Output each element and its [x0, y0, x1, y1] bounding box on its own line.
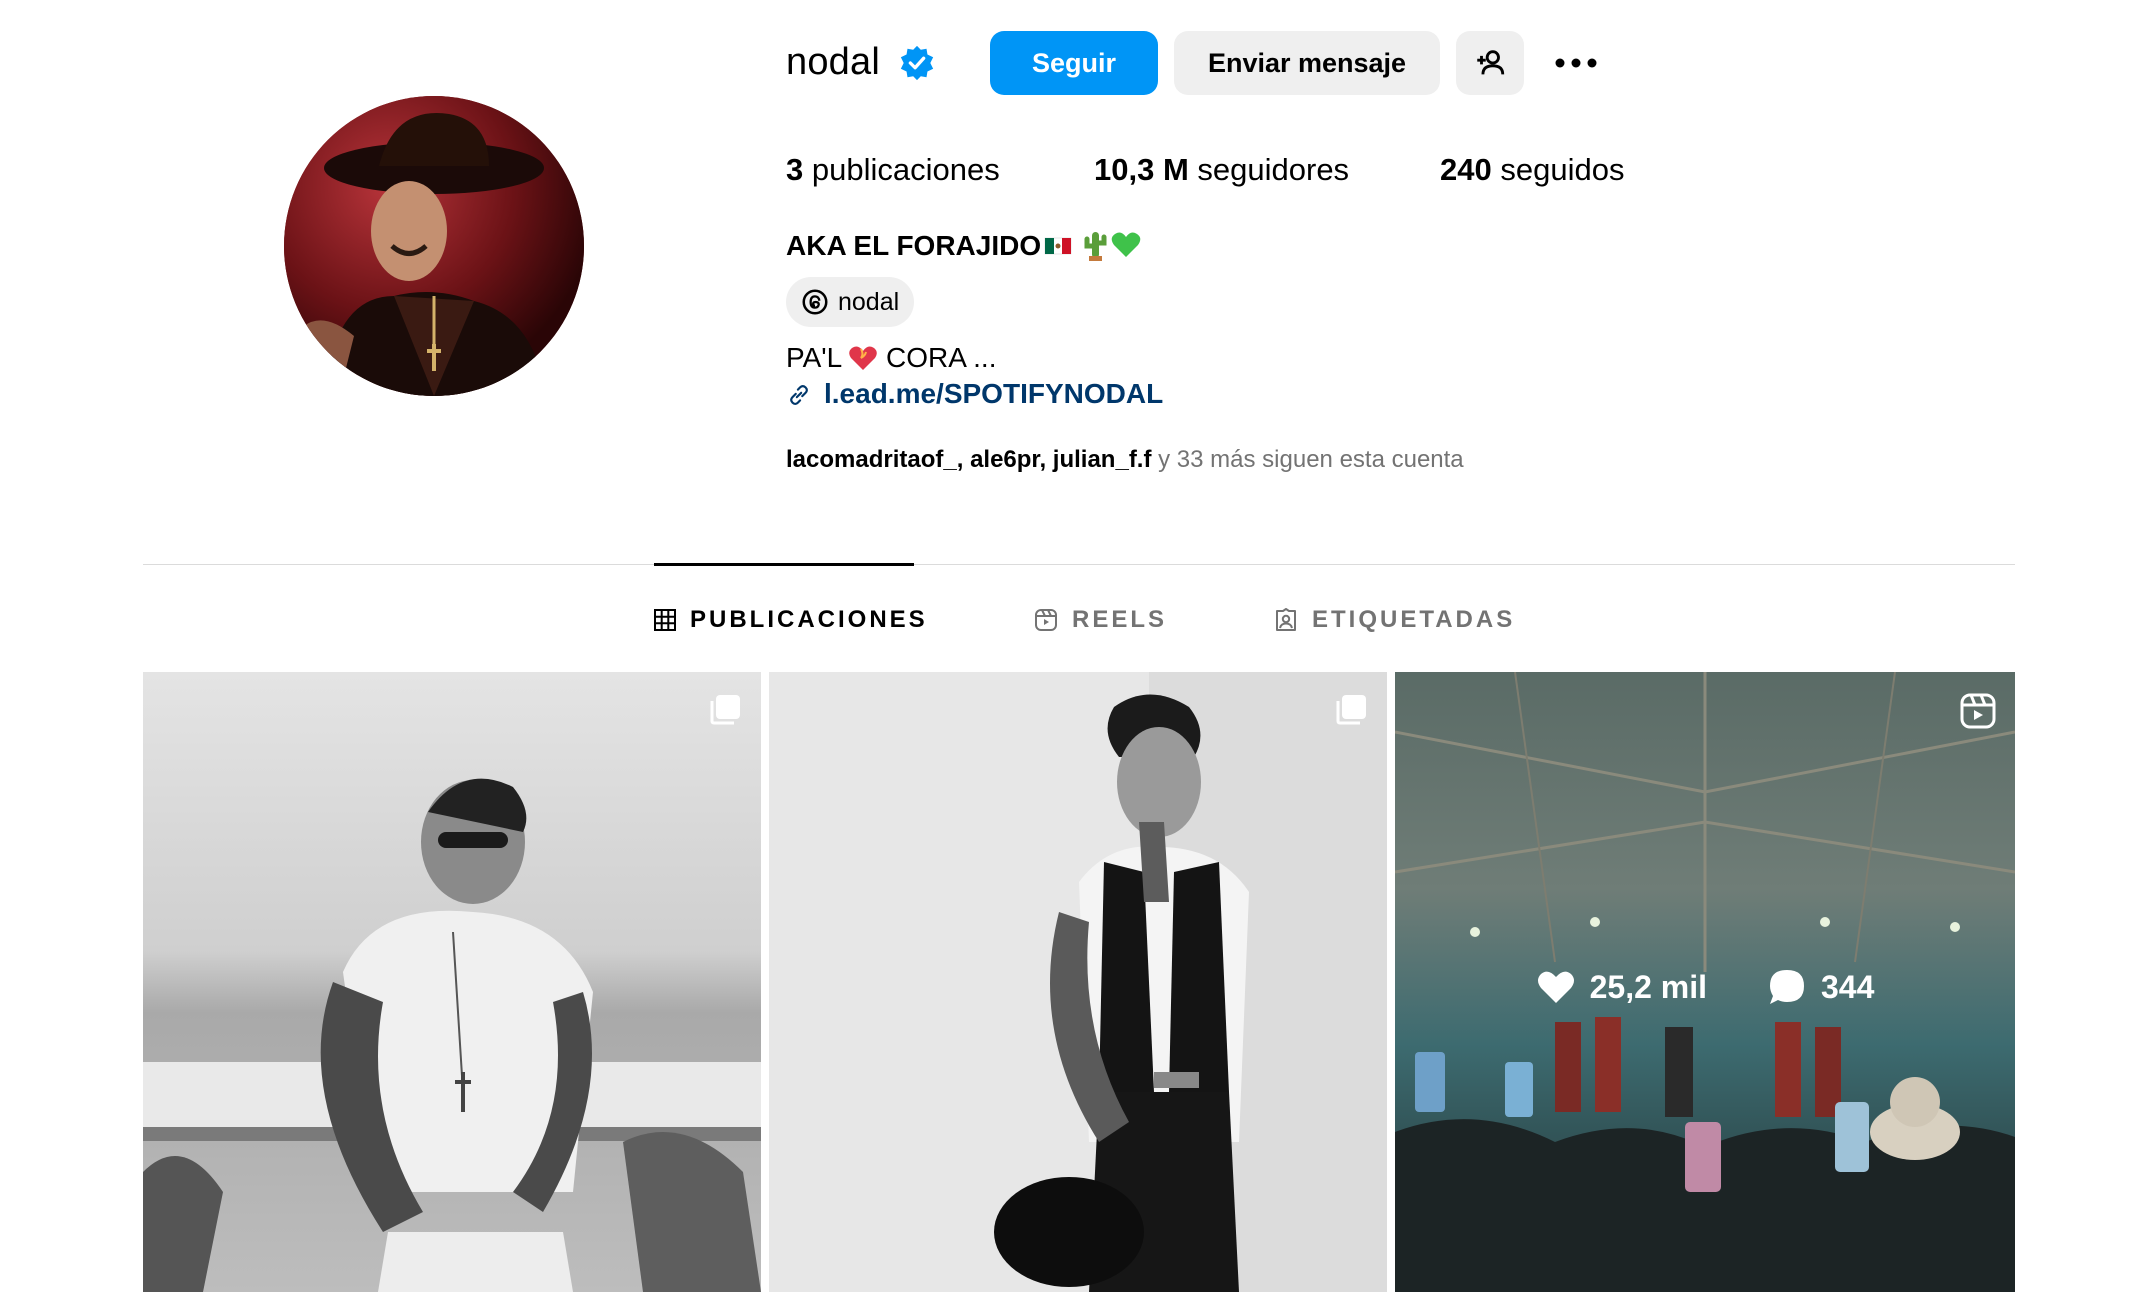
- threads-icon: [802, 289, 828, 315]
- post-image: [143, 672, 761, 1292]
- posts-count-value: 3: [786, 152, 804, 187]
- followers-link[interactable]: 10,3 M seguidores: [1094, 150, 1349, 190]
- followed-by-user: julian_f.f: [1052, 446, 1152, 473]
- followed-by-user: ale6pr: [970, 446, 1040, 473]
- options-button[interactable]: [1546, 31, 1606, 95]
- tab-tagged[interactable]: ETIQUETADAS: [1274, 604, 1515, 636]
- add-user-icon: [1477, 50, 1505, 75]
- likes-stat: 25,2 mil: [1536, 969, 1707, 1006]
- green-heart-icon: [1111, 232, 1141, 257]
- more-options-icon: [1555, 58, 1597, 68]
- verified-badge-icon: [900, 45, 934, 81]
- post-tile[interactable]: [769, 672, 1387, 1292]
- followed-by-user: lacomadritaof_: [786, 446, 957, 473]
- comments-count: 344: [1821, 968, 1875, 1005]
- post-tile[interactable]: 25,2 mil 344: [1395, 672, 2015, 1292]
- likes-count: 25,2 mil: [1589, 968, 1707, 1005]
- comments-stat: 344: [1767, 968, 1874, 1006]
- reels-icon: [1035, 609, 1057, 631]
- bio-text-start: PA'L: [786, 342, 843, 373]
- tab-reels[interactable]: REELS: [1034, 604, 1167, 636]
- carousel-icon: [710, 695, 740, 725]
- posts-count-label: publicaciones: [811, 152, 1000, 187]
- profile-page: nodal Seguir Enviar mensaje 3 publicacio…: [0, 0, 2138, 1292]
- threads-badge[interactable]: nodal: [786, 277, 914, 327]
- tabs-divider: [143, 564, 2015, 565]
- link-icon: [790, 384, 808, 406]
- following-count-label: seguidos: [1500, 152, 1625, 187]
- profile-username: nodal: [786, 41, 880, 83]
- carousel-icon: [1336, 695, 1366, 725]
- followed-by-text[interactable]: lacomadritaof_, ale6pr, julian_f.f y 33 …: [786, 444, 1464, 476]
- heart-on-fire-icon: [849, 346, 877, 370]
- bio-text-end: CORA ...: [886, 342, 997, 373]
- reel-icon: [1960, 693, 1996, 729]
- heart-icon: [1537, 971, 1574, 1003]
- followers-count-value: 10,3 M: [1094, 152, 1189, 187]
- post-tile[interactable]: [143, 672, 761, 1292]
- suggested-accounts-button[interactable]: [1456, 31, 1524, 95]
- tab-posts[interactable]: PUBLICACIONES: [654, 604, 928, 636]
- profile-link[interactable]: l.ead.me/SPOTIFYNODAL: [824, 376, 1163, 412]
- profile-full-name: AKA EL FORAJIDO: [786, 230, 1042, 261]
- tagged-icon: [1276, 608, 1296, 631]
- follow-button[interactable]: Seguir: [990, 31, 1158, 95]
- send-message-button[interactable]: Enviar mensaje: [1174, 31, 1440, 95]
- followers-count-label: seguidores: [1197, 152, 1350, 187]
- cactus-icon: [1084, 232, 1107, 261]
- following-count-value: 240: [1440, 152, 1492, 187]
- following-link[interactable]: 240 seguidos: [1440, 150, 1624, 190]
- posts-count: 3 publicaciones: [786, 150, 1000, 190]
- comment-icon: [1770, 970, 1804, 1004]
- tab-posts-label: PUBLICACIONES: [690, 606, 928, 633]
- grid-icon: [654, 609, 676, 631]
- profile-avatar[interactable]: [284, 96, 584, 396]
- mexico-flag-icon: [1044, 237, 1072, 255]
- active-tab-indicator: [654, 563, 914, 566]
- tab-tagged-label: ETIQUETADAS: [1312, 606, 1516, 633]
- post-image: [769, 672, 1387, 1292]
- followed-by-rest: y 33 más siguen esta cuenta: [1151, 446, 1464, 473]
- threads-handle: nodal: [838, 287, 900, 316]
- post-hover-stats: 25,2 mil 344: [1395, 962, 2015, 1012]
- tab-reels-label: REELS: [1072, 606, 1168, 633]
